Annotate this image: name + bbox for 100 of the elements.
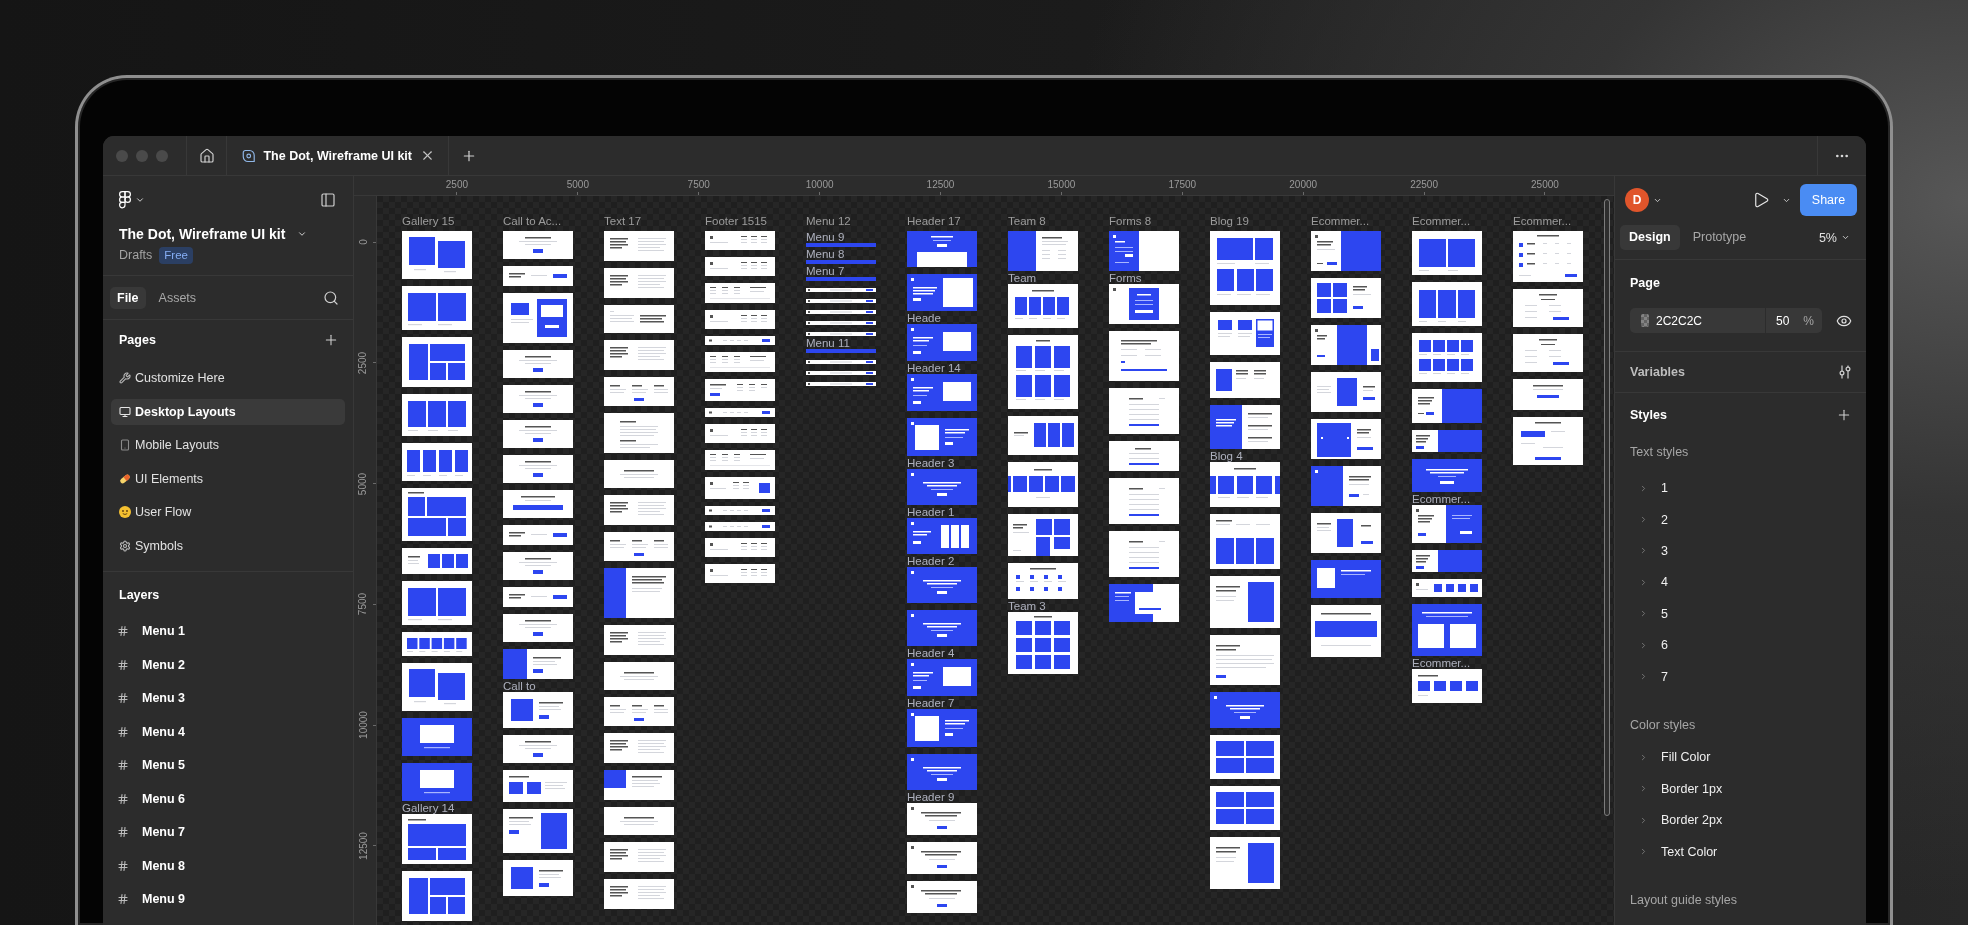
close-icon[interactable] bbox=[420, 148, 435, 163]
wireframe-drawing bbox=[1109, 531, 1179, 577]
chevron-right-icon bbox=[1639, 546, 1648, 556]
scrollbar[interactable] bbox=[1604, 199, 1610, 816]
wireframe-drawing bbox=[503, 552, 573, 580]
frame-title: Call to Ac... bbox=[503, 215, 563, 227]
ruler-label: 22500 bbox=[1410, 179, 1438, 191]
frame-title: Team 8 bbox=[1008, 215, 1047, 227]
plus-icon[interactable] bbox=[1836, 407, 1852, 423]
wireframe-drawing bbox=[1210, 576, 1280, 628]
section-title: Layers bbox=[119, 587, 160, 603]
panel-tab[interactable]: Design bbox=[1620, 225, 1680, 250]
play-icon[interactable] bbox=[1752, 191, 1770, 209]
hash-icon bbox=[117, 692, 129, 704]
zoom-dropdown[interactable]: 5% bbox=[1818, 229, 1857, 246]
layer-item[interactable]: Menu 8 bbox=[103, 852, 353, 879]
style-item[interactable]: Border 2px bbox=[1630, 804, 1852, 836]
chevron-down-icon[interactable] bbox=[297, 229, 308, 239]
style-item[interactable]: 2 bbox=[1630, 503, 1852, 536]
chevron-down-icon[interactable] bbox=[135, 195, 145, 205]
group-title: Text styles bbox=[1630, 444, 1690, 460]
style-item[interactable]: 3 bbox=[1630, 535, 1852, 567]
wireframe-drawing bbox=[503, 525, 573, 545]
wireframe-drawing bbox=[1311, 231, 1381, 271]
document-tab[interactable]: The Dot, Wireframe UI kit bbox=[227, 136, 448, 175]
wireframe-drawing bbox=[705, 477, 775, 499]
wireframe-drawing bbox=[907, 418, 977, 456]
frame-label: Header 1 bbox=[907, 506, 955, 518]
sidebar-tab[interactable]: File bbox=[110, 286, 146, 309]
sliders-icon[interactable] bbox=[1838, 365, 1852, 379]
wireframe-drawing bbox=[1008, 514, 1078, 556]
frame-title: Text 17 bbox=[604, 215, 643, 227]
page-item[interactable]: Mobile Layouts bbox=[111, 432, 345, 458]
file-icon bbox=[242, 147, 256, 164]
page-item[interactable]: Desktop Layouts bbox=[111, 398, 345, 425]
wireframe-drawing bbox=[1513, 334, 1583, 372]
wireframe-drawing bbox=[907, 610, 977, 646]
opacity-field[interactable]: 50 % bbox=[1766, 308, 1822, 333]
frame-title: Ecommer... bbox=[1513, 215, 1573, 227]
wireframe-drawing bbox=[402, 814, 472, 864]
wireframe-drawing bbox=[907, 709, 977, 747]
ruler-label: 0 bbox=[357, 239, 370, 245]
style-item[interactable]: 5 bbox=[1630, 598, 1852, 630]
wireframe-drawing bbox=[604, 568, 674, 618]
color-swatch-icon bbox=[1641, 314, 1649, 327]
wireframe-drawing bbox=[402, 548, 472, 574]
panel-tab[interactable]: Prototype bbox=[1683, 225, 1756, 250]
layer-item[interactable]: Menu 1 bbox=[103, 618, 353, 644]
page-item[interactable]: Symbols bbox=[111, 532, 345, 559]
wireframe-drawing bbox=[806, 382, 876, 386]
wireframe-drawing bbox=[604, 495, 674, 525]
style-item[interactable]: Fill Color bbox=[1630, 741, 1852, 774]
plus-icon[interactable] bbox=[323, 332, 339, 348]
style-item[interactable]: 7 bbox=[1630, 660, 1852, 693]
frame-label: Menu 7 bbox=[806, 265, 845, 277]
drafts-link[interactable]: Drafts bbox=[119, 246, 153, 264]
wireframe-drawing bbox=[1412, 389, 1482, 423]
ruler-label: 10000 bbox=[357, 711, 370, 740]
home-icon[interactable] bbox=[198, 147, 215, 164]
wireframe-drawing bbox=[402, 632, 472, 656]
wireframe-drawing bbox=[1311, 325, 1381, 365]
logo-icon[interactable] bbox=[119, 191, 131, 209]
wireframe-drawing bbox=[1210, 692, 1280, 728]
wireframe-drawing bbox=[1210, 362, 1280, 398]
hash-icon bbox=[117, 859, 129, 872]
page-item[interactable]: UI Elements bbox=[111, 465, 345, 492]
wireframe-drawing bbox=[907, 659, 977, 696]
style-item[interactable]: Text Color bbox=[1630, 835, 1852, 868]
panel-icon[interactable] bbox=[320, 192, 336, 208]
page-item[interactable]: Customize Here bbox=[111, 365, 345, 391]
wireframe-drawing bbox=[1412, 231, 1482, 275]
file-name[interactable]: The Dot, Wireframe UI kit bbox=[119, 225, 286, 243]
layer-item[interactable]: Menu 4 bbox=[103, 718, 353, 745]
style-item[interactable]: 4 bbox=[1630, 566, 1852, 599]
wireframe-drawing bbox=[1210, 405, 1280, 449]
wireframe-drawing bbox=[503, 490, 573, 518]
layer-item[interactable]: Menu 9 bbox=[103, 886, 353, 912]
color-field[interactable]: 2C2C2C bbox=[1630, 308, 1765, 333]
layer-item[interactable]: Menu 7 bbox=[103, 819, 353, 845]
wireframe-drawing bbox=[503, 231, 573, 259]
layer-item[interactable]: Menu 3 bbox=[103, 685, 353, 711]
wireframe-drawing bbox=[604, 807, 674, 835]
layer-item[interactable]: Menu 6 bbox=[103, 785, 353, 812]
frame-label: Header 14 bbox=[907, 362, 961, 374]
style-item[interactable]: 1 bbox=[1630, 472, 1852, 504]
style-item[interactable]: Border 1px bbox=[1630, 773, 1852, 805]
avatar[interactable]: D bbox=[1625, 188, 1649, 212]
ruler-label: 5000 bbox=[357, 472, 370, 495]
sidebar-tab[interactable]: Assets bbox=[151, 286, 204, 309]
monitor-icon bbox=[119, 405, 131, 418]
wireframe-drawing bbox=[1109, 584, 1179, 622]
search-icon[interactable] bbox=[323, 289, 339, 306]
layer-item[interactable]: Menu 2 bbox=[103, 651, 353, 678]
layer-item[interactable]: Menu 5 bbox=[103, 752, 353, 778]
wireframe-drawing bbox=[1513, 417, 1583, 465]
style-item[interactable]: 6 bbox=[1630, 629, 1852, 661]
page-item[interactable]: User Flow bbox=[111, 499, 345, 525]
frame-title: Ecommer... bbox=[1412, 215, 1472, 227]
frame-label: Call to bbox=[503, 680, 536, 692]
wireframe-drawing bbox=[1210, 514, 1280, 569]
